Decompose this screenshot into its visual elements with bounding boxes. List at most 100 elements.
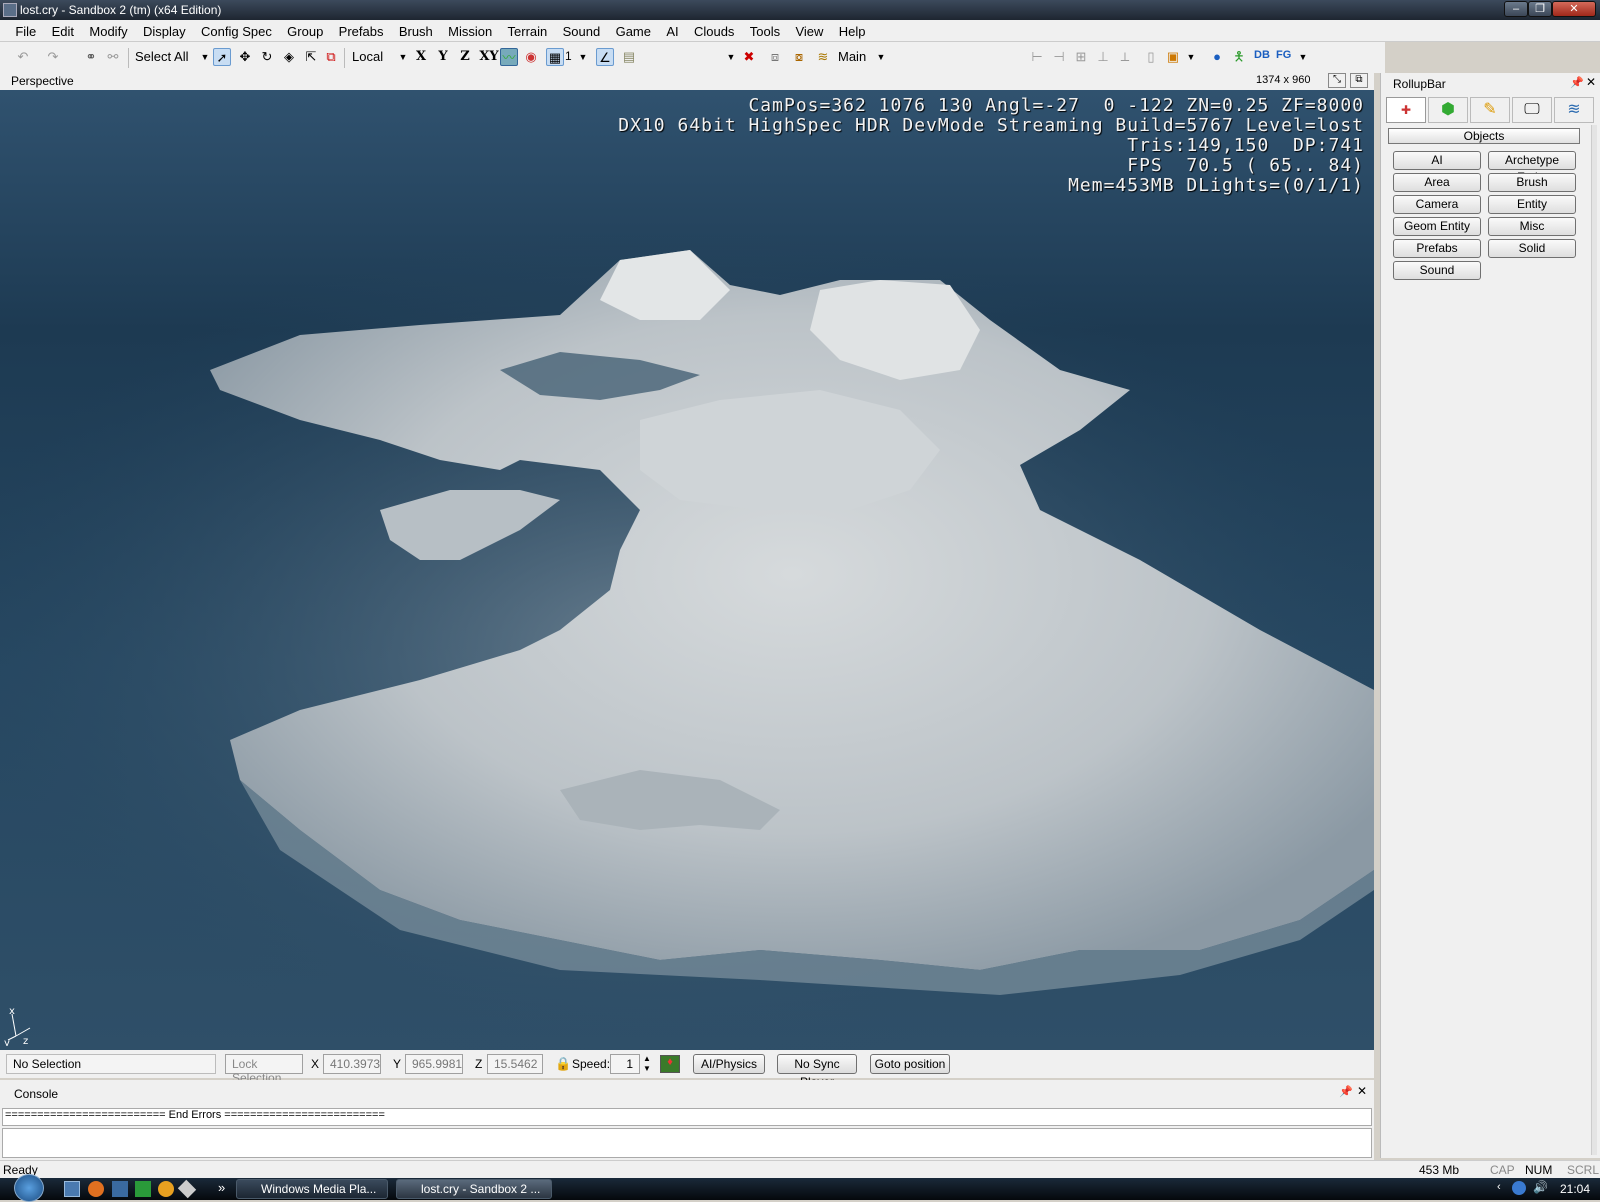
close-button[interactable]: ✕ [1552, 1, 1596, 17]
align-right-icon[interactable]: ⊣ [1050, 48, 1068, 66]
axis-x-button[interactable]: X [412, 48, 430, 66]
axis-xy-button[interactable]: XY [478, 48, 500, 66]
align-grid-icon[interactable]: ⊞ [1072, 48, 1090, 66]
volume-icon[interactable]: 🔊 [1533, 1180, 1548, 1194]
objects-section-header[interactable]: Objects [1388, 128, 1580, 144]
move-tool-icon[interactable]: ✥ [236, 48, 254, 66]
rotate-tool-icon[interactable]: ↻ [258, 48, 276, 66]
menu-clouds[interactable]: Clouds [688, 20, 740, 39]
perspective-viewport[interactable]: CamPos=362 1076 130 Angl=-27 0 -122 ZN=0… [0, 90, 1374, 1050]
align-left-icon[interactable]: ⊢ [1028, 48, 1046, 66]
solid-button[interactable]: Solid [1488, 239, 1576, 258]
show-desktop-icon[interactable] [64, 1181, 80, 1197]
globe-icon[interactable]: ● [1208, 48, 1226, 66]
selection-list-icon[interactable]: ▤ [620, 48, 638, 66]
z-coordinate-field[interactable]: 15.5462 [487, 1054, 543, 1074]
menu-prefabs[interactable]: Prefabs [333, 20, 390, 39]
console-input[interactable] [2, 1128, 1372, 1158]
menu-edit[interactable]: Edit [46, 20, 80, 39]
maximize-viewport-icon[interactable]: ⧉ [1350, 73, 1368, 88]
chevron-down-icon[interactable]: ▼ [574, 48, 592, 66]
coord-system-dropdown[interactable]: Local [352, 49, 396, 67]
prefabs-button[interactable]: Prefabs [1393, 239, 1481, 258]
menu-tools[interactable]: Tools [744, 20, 786, 39]
link-icon[interactable]: ⚭ [82, 48, 100, 66]
chevron-down-icon[interactable]: ▼ [1294, 48, 1312, 66]
layers-icon[interactable]: ≋ [814, 48, 832, 66]
tab-objects-icon[interactable]: ✚ [1386, 97, 1426, 123]
clock[interactable]: 21:04 [1560, 1182, 1590, 1196]
terrain-follow-icon[interactable]: 〰 [500, 48, 518, 66]
sound-button[interactable]: Sound [1393, 261, 1481, 280]
app-quicklaunch-icon-3[interactable] [177, 1179, 197, 1199]
tab-display-icon[interactable]: 🖵 [1512, 97, 1552, 123]
unlink-icon[interactable]: ⚯ [104, 48, 122, 66]
group-icon[interactable]: ⧈ [766, 48, 784, 66]
angle-snap-icon[interactable]: ∠ [596, 48, 614, 66]
menu-config-spec[interactable]: Config Spec [195, 20, 278, 39]
physics-icon[interactable]: ▯ [1142, 48, 1160, 66]
menu-group[interactable]: Group [281, 20, 329, 39]
select-tool-icon[interactable]: ➚ [213, 48, 231, 66]
lock-selection-button[interactable]: Lock Selection [225, 1054, 303, 1085]
viewport-options-icon[interactable]: ⤡ [1328, 73, 1346, 88]
tab-terrain-icon[interactable]: ⬢ [1428, 97, 1468, 123]
ungroup-icon[interactable]: ⧇ [790, 48, 808, 66]
grid-snap-icon[interactable]: ▦ [546, 48, 564, 66]
menu-mission[interactable]: Mission [442, 20, 498, 39]
rect-select-icon[interactable]: ⧉ [322, 48, 340, 66]
rollup-scrollbar[interactable] [1591, 125, 1597, 1155]
scale-tool-icon[interactable]: ◈ [280, 48, 298, 66]
flowgraph-button[interactable]: FG [1276, 49, 1291, 67]
lock-icon[interactable]: 🔒 [555, 1056, 571, 1072]
menu-view[interactable]: View [789, 20, 829, 39]
ai-physics-button[interactable]: AI/Physics [693, 1054, 765, 1074]
axis-z-button[interactable]: Z [456, 48, 474, 66]
archetype-entity-button[interactable]: Archetype Entity [1488, 151, 1576, 184]
pin-icon[interactable]: 📌 [1570, 76, 1584, 89]
chevron-down-icon[interactable]: ▼ [722, 48, 740, 66]
entity-button[interactable]: Entity [1488, 195, 1576, 214]
select-terrain-icon[interactable]: ⇱ [302, 48, 320, 66]
axis-y-button[interactable]: Y [434, 48, 452, 66]
geom-entity-button[interactable]: Geom Entity [1393, 217, 1481, 236]
align-normal-icon[interactable]: ⟂ [1116, 48, 1134, 66]
menu-file[interactable]: File [9, 20, 42, 39]
menu-display[interactable]: Display [137, 20, 192, 39]
firefox-icon[interactable] [88, 1181, 104, 1197]
material-icon[interactable]: ▣ [1164, 48, 1182, 66]
app-quicklaunch-icon-2[interactable] [135, 1181, 151, 1197]
misc-button[interactable]: Misc [1488, 217, 1576, 236]
minimize-button[interactable]: – [1504, 1, 1528, 17]
undo-icon[interactable]: ↶ [14, 48, 32, 66]
tab-modify-icon[interactable]: ✎ [1470, 97, 1510, 123]
tab-layers-icon[interactable]: ≋ [1554, 97, 1594, 123]
info-icon[interactable] [158, 1181, 174, 1197]
quicklaunch-more[interactable]: » [218, 1180, 225, 1195]
terrain-collision-icon[interactable]: ♦ [660, 1055, 680, 1073]
snap-object-icon[interactable]: ◉ [522, 48, 540, 66]
taskbar-sandbox[interactable]: lost.cry - Sandbox 2 ... [396, 1179, 552, 1199]
delete-selection-icon[interactable]: ✖ [740, 48, 758, 66]
speed-field[interactable]: 1 [610, 1054, 640, 1074]
network-icon[interactable] [1512, 1181, 1526, 1195]
menu-game[interactable]: Game [610, 20, 657, 39]
restore-button[interactable]: ❐ [1528, 1, 1552, 17]
viewport-name[interactable]: Perspective [11, 74, 74, 88]
chevron-down-icon[interactable]: ▼ [196, 48, 214, 66]
speed-spinner-icon[interactable]: ▲ ▼ [642, 1054, 652, 1074]
app-icon[interactable] [3, 3, 17, 17]
database-button[interactable]: DB [1254, 49, 1270, 67]
app-quicklaunch-icon[interactable] [112, 1181, 128, 1197]
brush-button[interactable]: Brush [1488, 173, 1576, 192]
menu-terrain[interactable]: Terrain [502, 20, 554, 39]
menu-ai[interactable]: AI [660, 20, 684, 39]
y-coordinate-field[interactable]: 965.9981 [405, 1054, 463, 1074]
camera-button[interactable]: Camera [1393, 195, 1481, 214]
chevron-down-icon[interactable]: ▼ [1182, 48, 1200, 66]
start-button[interactable] [14, 1174, 44, 1202]
taskbar-media-player[interactable]: Windows Media Pla... [236, 1179, 388, 1199]
ai-person-icon[interactable]: 🯅 [1230, 48, 1248, 66]
tray-expand-icon[interactable]: ‹ [1497, 1181, 1501, 1193]
x-coordinate-field[interactable]: 410.3973 [323, 1054, 381, 1074]
